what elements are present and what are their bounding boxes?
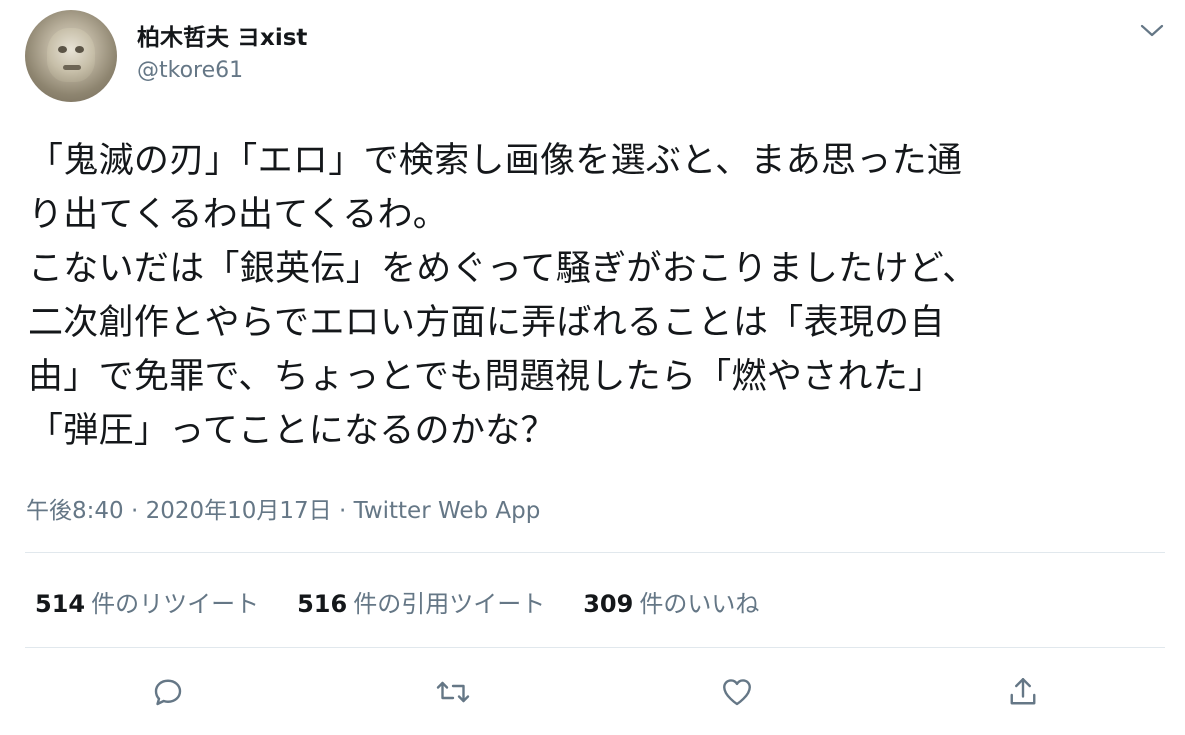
avatar-mouth [63,65,81,70]
like-count: 309 [583,590,634,618]
like-button[interactable] [717,672,757,712]
divider [25,552,1165,553]
user-handle[interactable]: @tkore61 [137,58,243,83]
chevron-down-icon[interactable] [1139,20,1165,40]
retweet-icon [436,681,470,703]
avatar-face [47,28,95,82]
avatar[interactable] [25,10,117,102]
display-name[interactable]: 柏木哲夫 ヨxist [137,18,307,52]
divider [25,647,1165,648]
like-count-stat[interactable]: 309 件のいいね [583,584,759,619]
quote-count-stat[interactable]: 516 件の引用ツイート [297,584,545,619]
share-button[interactable] [1003,672,1043,712]
retweet-button[interactable] [433,672,473,712]
reply-icon [154,679,182,706]
retweet-count: 514 [35,590,86,618]
reply-button[interactable] [148,672,188,712]
avatar-eye-left [58,46,67,53]
heart-icon [723,679,751,706]
share-icon [1010,678,1036,705]
quote-count: 516 [297,590,348,618]
tweet-stats: 514 件のリツイート 516 件の引用ツイート 309 件のいいね [35,584,759,619]
avatar-eye-right [75,46,84,53]
like-label: 件のいいね [639,590,760,618]
tweet-timestamp[interactable]: 午後8:40 · 2020年10月17日 · Twitter Web App [26,491,540,525]
quote-label: 件の引用ツイート [353,590,546,618]
retweet-label: 件のリツイート [91,590,260,618]
retweet-count-stat[interactable]: 514 件のリツイート [35,584,259,619]
tweet-text: 「鬼滅の刃」「エロ」で検索し画像を選ぶと、まあ思った通 り出てくるわ出てくるわ。… [28,141,978,451]
